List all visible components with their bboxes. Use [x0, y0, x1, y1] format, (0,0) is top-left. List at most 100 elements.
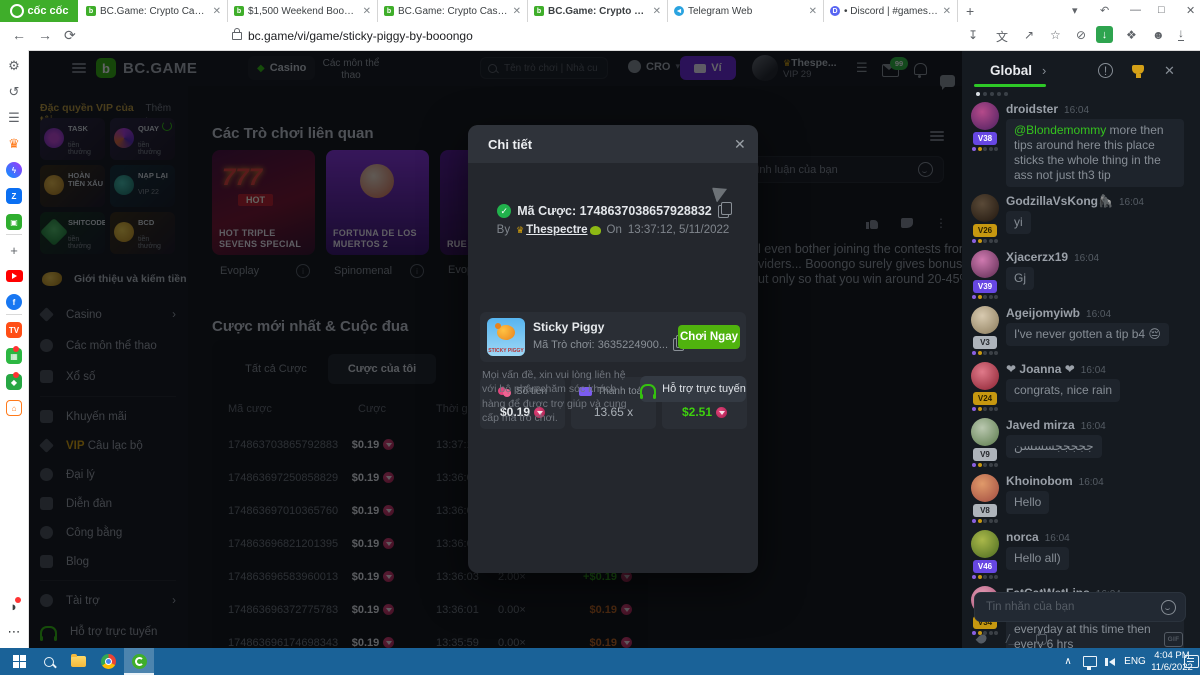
room-pager-dots[interactable] [976, 92, 1008, 96]
browser-tab-active[interactable]: b BC.Game: Crypto Casino Ga✕ [528, 0, 668, 22]
chrome-icon[interactable] [94, 648, 122, 675]
reading-list-icon[interactable]: ☰ [0, 108, 28, 128]
rail-more-icon[interactable]: ⋯ [0, 622, 28, 642]
profile-icon[interactable]: ☻ [1152, 28, 1165, 42]
share-icon[interactable] [712, 183, 730, 203]
browser-tab[interactable]: b $1,500 Weekend Booongo M✕ [228, 0, 378, 22]
close-tab-icon[interactable]: ✕ [809, 6, 817, 17]
chat-message: V38 droidster16:04 @Blondemommy more the… [970, 102, 1194, 187]
rain-icon[interactable] [976, 633, 989, 646]
avatar[interactable] [971, 250, 999, 278]
chat-room[interactable]: Global [990, 63, 1032, 78]
facebook-icon[interactable]: f [0, 292, 28, 312]
avatar[interactable] [971, 194, 999, 222]
tab-search-icon[interactable]: ▾ [1072, 4, 1078, 17]
translate-icon[interactable]: 文 [996, 28, 1008, 45]
avatar[interactable] [971, 530, 999, 558]
browser-tab[interactable]: b BC.Game: Crypto Casino Gam✕ [80, 0, 228, 22]
youtube-icon[interactable] [0, 266, 28, 286]
coccoc-newtab-icon[interactable]: ♛ [0, 134, 28, 154]
close-tab-icon[interactable]: ✕ [513, 6, 521, 17]
history-icon[interactable]: ↺ [0, 82, 28, 102]
chat-username[interactable]: Javed mirza [1006, 418, 1075, 432]
browser-tab[interactable]: D • Discord | #games | BC G✕ [824, 0, 958, 22]
action-center-icon[interactable] [1182, 648, 1200, 675]
close-icon[interactable]: ✕ [734, 136, 746, 153]
forward-icon[interactable]: → [38, 27, 52, 43]
chat-username[interactable]: Khoinobom [1006, 474, 1073, 488]
back-icon[interactable]: ← [12, 27, 26, 43]
add-shortcut-icon[interactable]: + [0, 240, 28, 260]
trophy-icon[interactable] [1132, 65, 1144, 74]
new-tab-button[interactable]: + [966, 3, 974, 19]
avatar[interactable] [971, 306, 999, 334]
slash-commands-icon[interactable]: /_ [1006, 632, 1016, 646]
games-icon[interactable]: ▣ [0, 212, 28, 232]
chevron-right-icon[interactable]: › [1042, 63, 1046, 78]
emoji-icon[interactable] [1161, 600, 1176, 615]
close-tab-icon[interactable]: ✕ [943, 6, 951, 17]
messenger-icon[interactable]: ϟ [0, 160, 28, 180]
vip-badge: V9 [973, 448, 997, 461]
close-tab-icon[interactable]: ✕ [363, 6, 371, 17]
telegram-favicon: ◄ [674, 6, 684, 16]
chat-username[interactable]: droidster [1006, 102, 1058, 116]
adblock-shield-icon[interactable]: ⊘ [1076, 28, 1086, 42]
chat-input[interactable] [984, 600, 1161, 614]
avatar[interactable] [971, 418, 999, 446]
download-manager-icon[interactable]: ↓ [1096, 26, 1113, 43]
copy-icon[interactable] [718, 205, 729, 218]
downloads-tray-icon[interactable]: ↓ [1178, 28, 1184, 41]
tray-expand-icon[interactable]: ∧ [1058, 648, 1078, 675]
browser-tab[interactable]: ◄ Telegram Web✕ [668, 0, 824, 22]
reload-icon[interactable]: ⟳ [64, 27, 76, 44]
language-indicator[interactable]: ENG [1122, 648, 1148, 675]
bookmark-star-icon[interactable]: ☆ [1050, 28, 1061, 42]
chat-username[interactable]: ❤ Joanna ❤ [1006, 362, 1075, 376]
minimize-icon[interactable]: — [1130, 4, 1141, 16]
network-icon[interactable] [1080, 648, 1100, 675]
gift-app-icon[interactable]: ▦ [0, 346, 28, 366]
bcgame-favicon: b [234, 6, 244, 16]
game-thumbnail[interactable]: STICKY PIGGY [487, 318, 525, 356]
close-tab-icon[interactable]: ✕ [653, 6, 661, 17]
settings-gear-icon[interactable]: ⚙ [0, 56, 28, 76]
play-now-button[interactable]: Chơi Ngay [678, 325, 740, 349]
chat-username[interactable]: Ageijomyiwb [1006, 306, 1080, 320]
tv360-icon[interactable]: TV [0, 320, 28, 340]
edu-app-icon[interactable]: ◆ [0, 372, 28, 392]
extensions-icon[interactable]: ❖ [1126, 28, 1137, 42]
share-icon[interactable]: ↗ [1024, 28, 1034, 42]
coccoc-taskbar-icon[interactable] [124, 648, 154, 675]
lock-icon[interactable] [232, 32, 242, 40]
plugin-icon[interactable] [1036, 634, 1047, 645]
window-close-icon[interactable]: ✕ [1186, 4, 1195, 17]
mention[interactable]: @Blondemommy [1014, 123, 1106, 137]
avatar[interactable] [971, 102, 999, 130]
live-support-button[interactable]: Hỗ trợ trực tuyến [640, 376, 746, 402]
browser-tab[interactable]: b BC.Game: Crypto Casino Gam✕ [378, 0, 528, 22]
close-tab-icon[interactable]: ✕ [213, 6, 221, 17]
save-page-icon[interactable]: ↧ [968, 28, 978, 42]
chat-username[interactable]: norca [1006, 530, 1039, 544]
rules-icon[interactable]: ! [1098, 63, 1113, 78]
rail-bell-icon[interactable]: ◗ [0, 596, 28, 616]
start-button[interactable] [6, 648, 32, 675]
file-explorer-icon[interactable] [64, 648, 92, 675]
chat-username[interactable]: Xjacerzx19 [1006, 250, 1068, 264]
reopen-tab-icon[interactable]: ↶ [1100, 4, 1109, 17]
coccoc-brand[interactable]: cốc cốc [0, 0, 78, 22]
close-chat-icon[interactable]: ✕ [1164, 63, 1175, 79]
zalo-icon[interactable]: Z [0, 186, 28, 206]
chat-input-box[interactable] [974, 592, 1186, 622]
avatar[interactable] [971, 362, 999, 390]
player-name[interactable]: Thespectre [526, 224, 587, 236]
maximize-icon[interactable]: □ [1158, 4, 1165, 16]
address-bar[interactable]: bc.game/vi/game/sticky-piggy-by-booongo [248, 29, 473, 43]
taskbar-search-icon[interactable] [36, 648, 62, 675]
gif-icon[interactable]: GIF [1164, 632, 1183, 647]
volume-icon[interactable] [1102, 648, 1122, 675]
chat-username[interactable]: GodzillaVsKong🦍 [1006, 194, 1113, 208]
cart-app-icon[interactable]: ⌂ [0, 398, 28, 418]
avatar[interactable] [971, 474, 999, 502]
